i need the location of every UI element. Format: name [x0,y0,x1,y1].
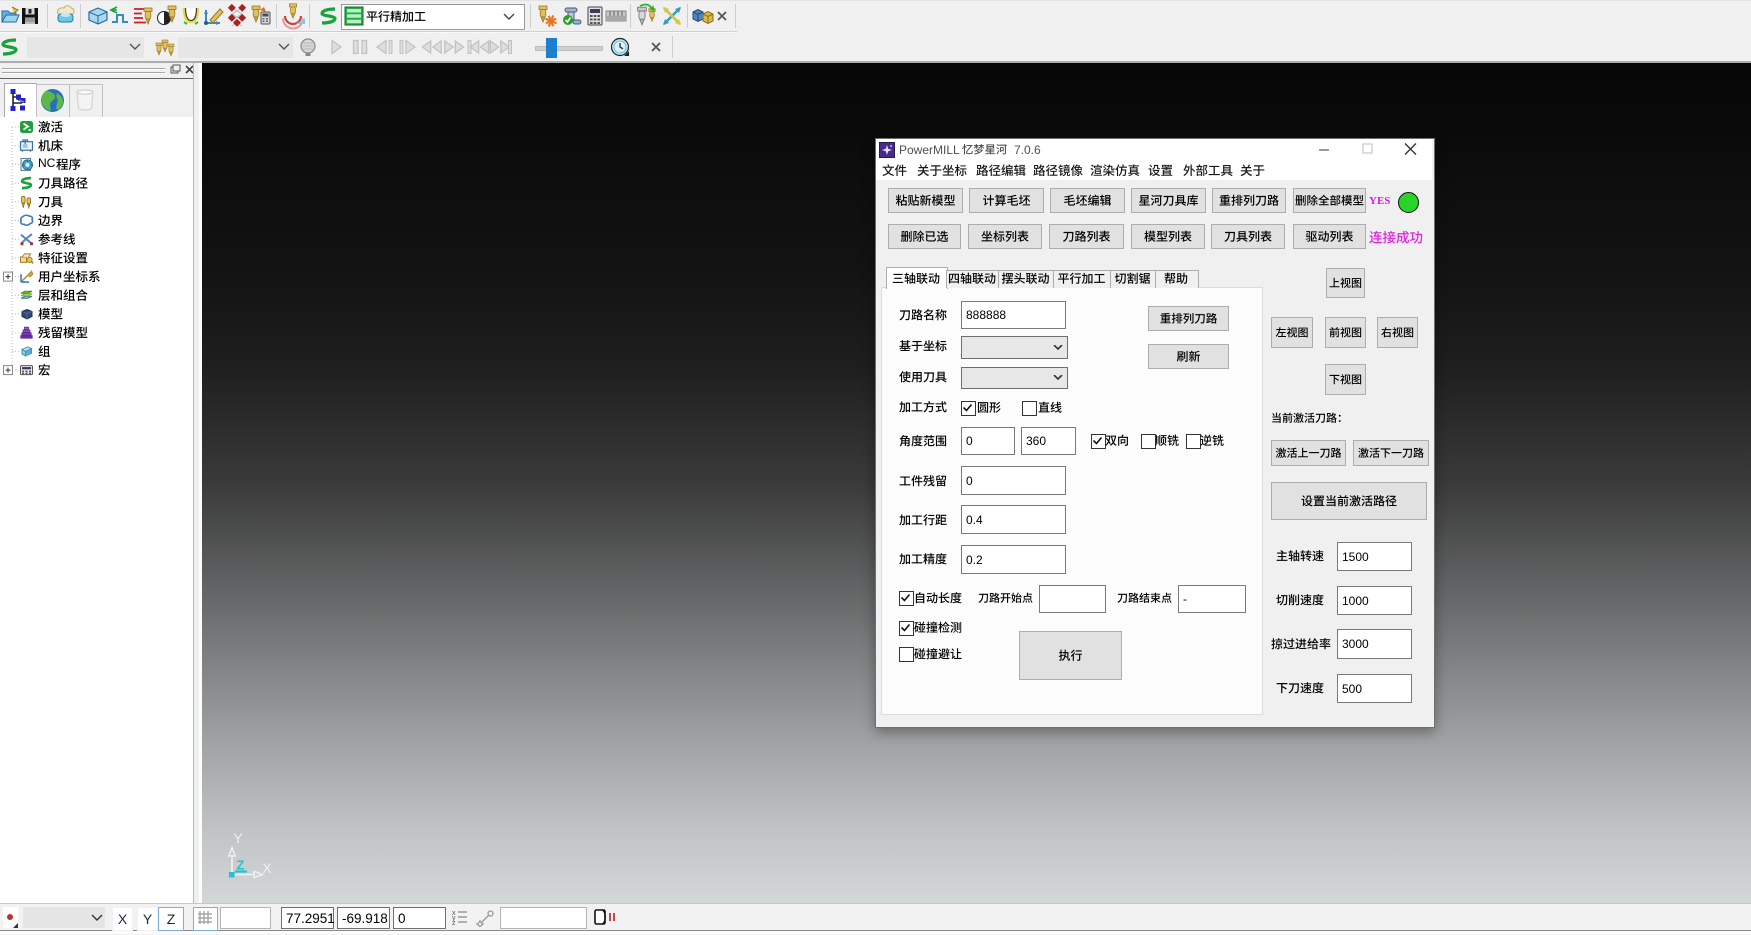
svg-text:Y: Y [233,830,243,846]
svg-text:z: z [452,920,456,927]
svg-text:Z: Z [237,858,245,873]
svg-text:X: X [262,860,272,876]
